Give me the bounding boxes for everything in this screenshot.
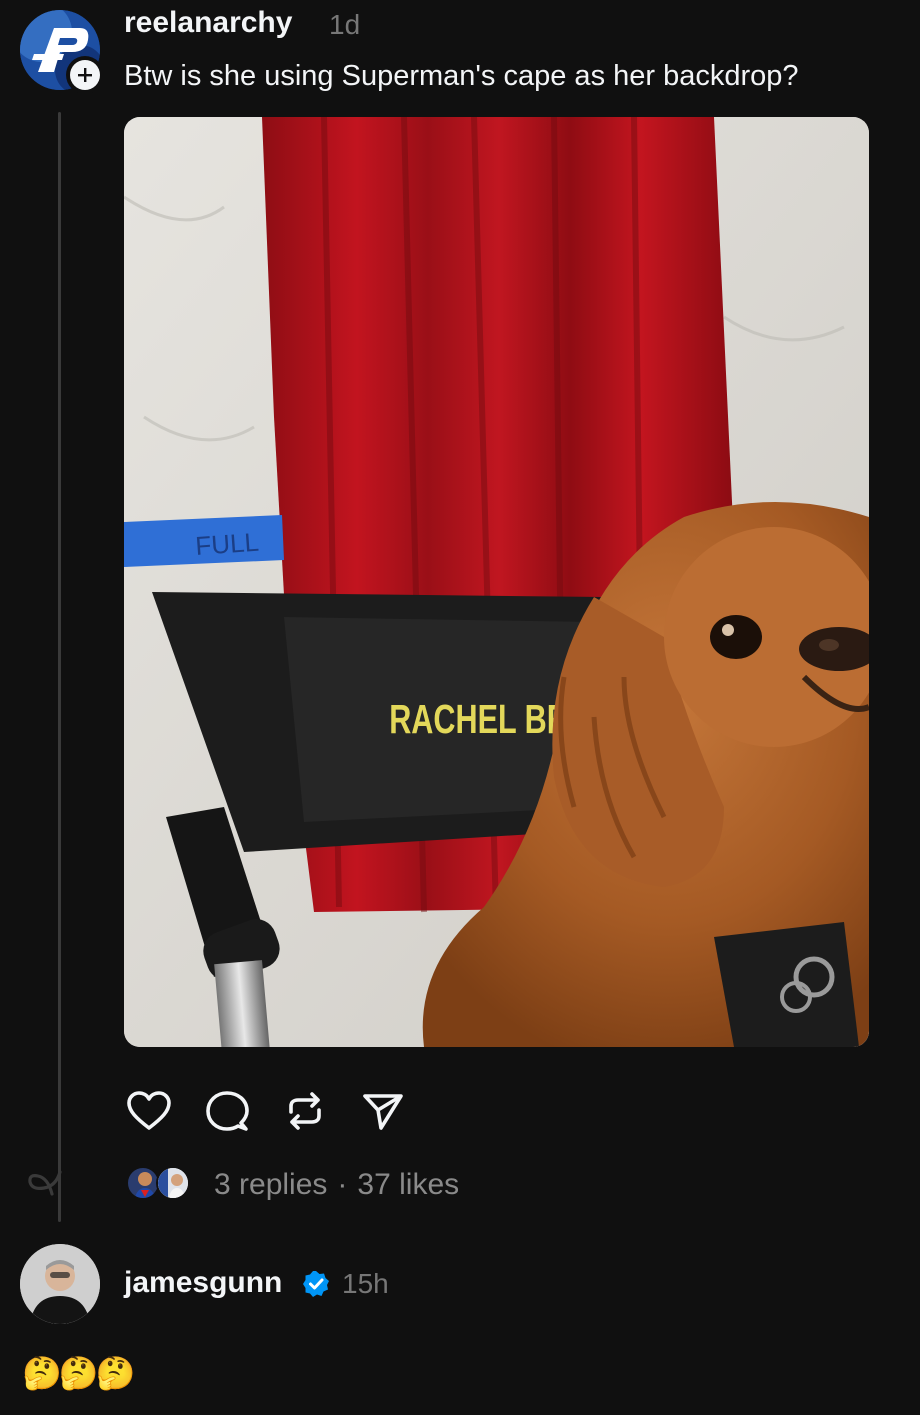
post-stats: 3 replies · 37 likes: [214, 1168, 459, 1202]
repost-button[interactable]: [280, 1086, 330, 1136]
reply-timestamp: 15h: [342, 1268, 389, 1299]
reply-username[interactable]: jamesgunn: [124, 1266, 282, 1300]
stats-separator: ·: [337, 1168, 348, 1201]
thread-line: [58, 112, 61, 1222]
reply-avatars[interactable]: [126, 1166, 196, 1202]
plus-icon: [78, 68, 92, 82]
avatar: [126, 1166, 160, 1200]
likes-count[interactable]: 37 likes: [357, 1168, 459, 1201]
post-text: Btw is she using Superman's cape as her …: [124, 60, 799, 92]
dog-on-set-photo: FULL RACHEL BR: [124, 117, 869, 1047]
comment-icon: [206, 1091, 249, 1131]
send-icon: [363, 1094, 403, 1130]
verified-badge-icon: [303, 1271, 329, 1297]
chair-label: RACHEL BR: [389, 697, 569, 742]
post-timestamp: 1d: [329, 9, 361, 40]
post-image[interactable]: FULL RACHEL BR: [124, 117, 869, 1047]
avatar: [156, 1166, 190, 1200]
repost-icon: [289, 1092, 321, 1130]
like-button[interactable]: [124, 1086, 174, 1136]
share-button[interactable]: [358, 1086, 408, 1136]
replies-count[interactable]: 3 replies: [214, 1168, 327, 1201]
avatar[interactable]: [20, 1244, 100, 1324]
heart-icon: [127, 1091, 171, 1130]
tape-label: FULL: [194, 527, 260, 561]
post-actions: [124, 1086, 444, 1136]
reply-button[interactable]: [202, 1086, 252, 1136]
person-icon: [158, 1168, 188, 1198]
post-username[interactable]: reelanarchy: [124, 6, 292, 40]
thread-loop-icon: [28, 1170, 62, 1196]
jamesgunn-avatar: [20, 1244, 100, 1324]
reply-text: 🤔🤔🤔: [22, 1355, 136, 1391]
follow-button[interactable]: [66, 56, 104, 94]
